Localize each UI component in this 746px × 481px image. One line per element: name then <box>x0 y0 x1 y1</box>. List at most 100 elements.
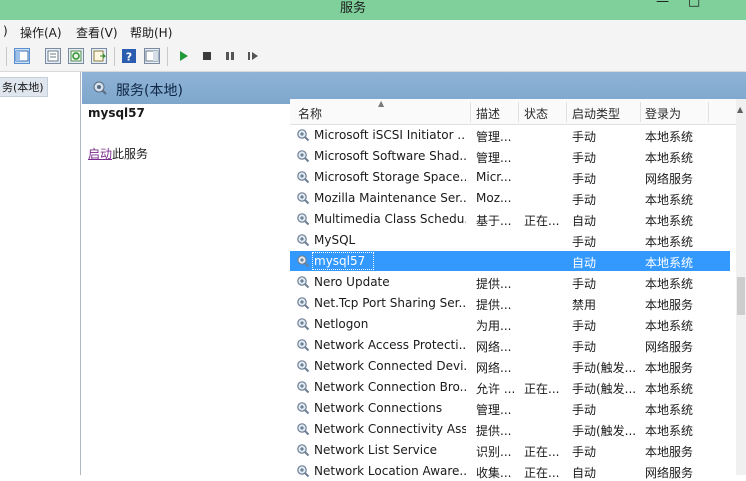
properties-icon[interactable] <box>45 48 61 64</box>
tree-item-services-local[interactable]: 务(本地) <box>0 77 48 97</box>
service-gear-icon <box>296 149 310 166</box>
service-row[interactable]: Network Location Aware... 收集... 正在... 自动 网络服… <box>290 461 730 481</box>
column-divider[interactable] <box>518 102 519 122</box>
service-log-on-as: 本地系统 <box>645 214 694 228</box>
service-status: 正在... <box>524 445 560 459</box>
service-row[interactable]: Network Connectivity Ass... 提供... 手动(触发...… <box>290 419 730 439</box>
service-description: 网络... <box>476 340 512 354</box>
column-header-startup-type[interactable]: 启动类型 <box>572 105 620 122</box>
service-row[interactable]: Network Access Protecti... 网络... 手动 网络服务 <box>290 335 730 355</box>
column-divider[interactable] <box>470 102 471 122</box>
service-row[interactable]: Nero Update 提供... 手动 本地系统 <box>290 272 730 292</box>
service-row[interactable]: Network Connections 管理... 手动 本地系统 <box>290 398 730 418</box>
service-gear-icon <box>296 443 310 460</box>
service-gear-icon <box>296 401 310 418</box>
column-header-status[interactable]: 状态 <box>524 105 548 122</box>
pause-service-icon[interactable] <box>222 48 238 64</box>
service-row[interactable]: MySQL 手动 本地系统 <box>290 230 730 250</box>
service-log-on-as: 本地服务 <box>645 361 694 375</box>
service-row[interactable]: Microsoft Software Shad... 管理... 手动 本地系统 <box>290 146 730 166</box>
show-hide-console-tree-icon[interactable] <box>14 48 30 64</box>
service-log-on-as: 本地系统 <box>645 130 694 144</box>
service-name: Network Connection Bro... <box>314 380 466 394</box>
service-name: Network List Service <box>314 443 438 457</box>
service-row[interactable]: Microsoft iSCSI Initiator ... 管理... 手动 本地系统 <box>290 125 730 145</box>
service-row[interactable]: Mozilla Maintenance Ser... Moz... 手动 本地系统 <box>290 188 730 208</box>
stop-service-icon[interactable] <box>199 48 215 64</box>
service-description: 提供... <box>476 298 512 312</box>
menu-file[interactable]: ) <box>3 24 8 38</box>
toolbar-separator <box>114 47 115 66</box>
service-name: MySQL <box>314 233 356 247</box>
service-name: Network Connections <box>314 401 443 415</box>
refresh-icon[interactable] <box>68 48 84 64</box>
service-name: Network Location Aware... <box>314 464 466 478</box>
start-service-line: 启动此服务 <box>88 145 148 162</box>
column-header-name[interactable]: 名称 <box>298 105 322 122</box>
service-description: 收集... <box>476 466 512 480</box>
service-startup-type: 手动 <box>572 445 597 459</box>
service-log-on-as: 本地系统 <box>645 193 694 207</box>
service-gear-icon <box>296 380 310 397</box>
service-startup-type: 手动 <box>572 151 597 165</box>
restart-service-icon[interactable] <box>245 48 261 64</box>
service-row[interactable]: Microsoft Storage Space... Micr... 手动 网络服务 <box>290 167 730 187</box>
help-icon[interactable]: ? <box>121 48 137 64</box>
menu-help[interactable]: 帮助(H) <box>130 24 172 41</box>
service-gear-icon <box>296 317 310 334</box>
service-startup-type: 自动 <box>572 466 597 480</box>
service-gear-icon <box>296 296 310 313</box>
start-service-icon[interactable] <box>176 48 192 64</box>
service-name: Nero Update <box>314 275 390 289</box>
service-name: Microsoft iSCSI Initiator ... <box>314 128 466 142</box>
service-startup-type: 手动 <box>572 340 597 354</box>
export-list-icon[interactable] <box>91 48 107 64</box>
console-tree[interactable]: 务(本地) <box>0 72 81 475</box>
service-description: Moz... <box>476 191 512 205</box>
service-gear-icon <box>296 128 310 145</box>
service-name: Network Access Protecti... <box>314 338 466 352</box>
service-log-on-as: 本地系统 <box>645 235 694 249</box>
menu-bar: ) 操作(A) 查看(V) 帮助(H) <box>0 20 746 42</box>
service-log-on-as: 网络服务 <box>645 340 694 354</box>
service-name: Mozilla Maintenance Ser... <box>314 191 466 205</box>
service-row[interactable]: Net.Tcp Port Sharing Ser... 提供... 禁用 本地服务 <box>290 293 730 313</box>
service-gear-icon <box>296 254 310 271</box>
column-divider[interactable] <box>708 102 709 122</box>
scroll-up-icon[interactable]: ▲ <box>737 105 743 114</box>
service-name: Net.Tcp Port Sharing Ser... <box>314 296 466 310</box>
service-log-on-as: 本地系统 <box>645 424 694 438</box>
service-log-on-as: 本地服务 <box>645 445 694 459</box>
column-header-description[interactable]: 描述 <box>476 105 500 122</box>
service-name: mysql57 <box>314 254 366 268</box>
menu-action[interactable]: 操作(A) <box>20 24 62 41</box>
service-name: Multimedia Class Schedu... <box>314 212 466 226</box>
service-name: Network Connected Devi... <box>314 359 466 373</box>
menu-view[interactable]: 查看(V) <box>76 24 118 41</box>
column-divider[interactable] <box>640 102 641 122</box>
scrollbar-thumb[interactable] <box>737 277 745 315</box>
service-startup-type: 自动 <box>572 256 597 270</box>
column-header-log-on-as[interactable]: 登录为 <box>645 105 681 122</box>
maximize-icon[interactable]: □ <box>688 0 700 9</box>
service-gear-icon <box>296 422 310 439</box>
service-row[interactable]: Network Connected Devi... 网络... 手动(触发... 本地… <box>290 356 730 376</box>
toolbar: ? <box>0 42 746 72</box>
start-service-suffix: 此服务 <box>112 147 149 161</box>
start-service-link[interactable]: 启动 <box>88 147 112 161</box>
column-divider[interactable] <box>566 102 567 122</box>
service-name: Microsoft Storage Space... <box>314 170 466 184</box>
services-list[interactable]: ▲ 名称 描述 状态 启动类型 登录为 Microsoft iSCSI Init… <box>290 99 746 480</box>
service-row[interactable]: Network List Service 识别... 正在... 手动 本地服务 <box>290 440 730 460</box>
service-row[interactable]: Network Connection Bro... 允许 ... 正在... 手动(触… <box>290 377 730 397</box>
service-row[interactable]: Netlogon 为用... 手动 本地系统 <box>290 314 730 334</box>
vertical-scrollbar[interactable]: ▲ <box>736 99 746 475</box>
selected-service-name: mysql57 <box>88 106 145 120</box>
service-description: Micr... <box>476 170 512 184</box>
action-pane-icon[interactable] <box>144 48 160 64</box>
service-row[interactable]: mysql57 自动 本地系统 <box>290 251 730 271</box>
window-title: 服务 <box>339 1 366 16</box>
minimize-icon[interactable]: — <box>656 0 669 9</box>
service-row[interactable]: Multimedia Class Schedu... 基于... 正在... 自动 本地… <box>290 209 730 229</box>
service-gear-icon <box>296 233 310 250</box>
